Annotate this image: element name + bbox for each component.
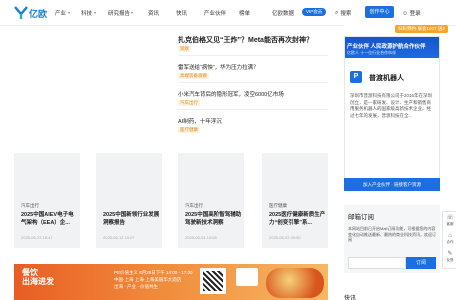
banner-text: PE价值主义 8月28日下午 14:00 - 17:00 中国·上海 上海·上海… — [114, 269, 193, 290]
subscribe-button[interactable]: 订阅 — [406, 257, 436, 269]
report-cover-image — [178, 153, 244, 197]
divider — [178, 55, 328, 56]
email-field[interactable] — [348, 257, 406, 269]
report-date: 2025-06-03 09:50 — [269, 235, 301, 240]
report-card[interactable]: 2025中国新领行业发展洞察报告 2025-06-12 15:07 — [96, 153, 162, 248]
banner-text-line: 出海 · 产业 · 价值共生 — [114, 284, 158, 289]
join-partner-button[interactable]: 加入产业伙伴 · 链接客户资源 — [344, 178, 440, 191]
nav-item-flash[interactable]: 快讯 — [176, 9, 187, 17]
email-subscribe-panel: 邮箱订阅 本网站目前已开启Mail订阅功能，可根据您的内容变化自动推送最新、最热… — [344, 205, 440, 273]
report-card[interactable]: 医疗健康 2025医疗健康新质生产力“创变引擎”系... 2025-06-03 … — [262, 153, 328, 248]
subscribe-description: 本网站目前已开启Mail订阅功能，可根据您的内容变化自动推送最新、最热的商业科技… — [348, 226, 436, 242]
banner-label-image — [236, 268, 258, 286]
banner-text-line: PE价值主义 8月28日下午 14:00 - 17:00 — [114, 270, 193, 275]
report-date: 2025-06-12 15:07 — [103, 235, 135, 240]
report-cover-image — [262, 153, 328, 197]
report-cover-image — [14, 153, 80, 197]
list-item-tag[interactable]: 医疗健康 — [178, 127, 200, 133]
search-icon: ⌕ — [335, 9, 339, 16]
float-label: 合作 — [446, 240, 454, 244]
list-item[interactable]: 雷军送给“病怏”，华为压力拉满？ — [178, 63, 259, 71]
edit-icon: ✎ — [447, 251, 453, 257]
banner-food-image — [266, 268, 324, 298]
report-title: 2025中国高阶智驾辅助驾驶新技术洞察 — [185, 212, 242, 226]
headline-tag[interactable]: 观察 — [178, 46, 191, 52]
list-item-tag[interactable]: 汽车出行 — [178, 100, 200, 106]
chevron-down-icon: ▾ — [131, 10, 134, 15]
event-banner[interactable]: 餐饮 出海进发 PE价值主义 8月28日下午 14:00 - 17:00 中国·… — [14, 264, 328, 300]
report-card[interactable]: 汽车出行 2025中国高阶智驾辅助驾驶新技术洞察 2025-06-04 14:0… — [178, 153, 244, 248]
vip-badge[interactable]: VIP会员 — [302, 8, 327, 16]
floating-toolbar: ☏ 客服 ⌂ 合作 ✎ 反馈 — [442, 211, 456, 269]
feedback-button[interactable]: ✎ 反馈 — [443, 251, 456, 263]
nav-item-tech[interactable]: 科技 — [81, 9, 92, 17]
page: 亿欧 产业 ▾ 科技 ▾ 研究报告 ▾ 资讯 快讯 产业伙伴 榜单 亿欧数据 V… — [0, 0, 456, 300]
chevron-down-icon: ▾ — [68, 10, 71, 15]
top-nav-bar: 亿欧 产业 ▾ 科技 ▾ 研究报告 ▾ 资讯 快讯 产业伙伴 榜单 亿欧数据 V… — [0, 0, 456, 26]
nav-item-research[interactable]: 研究报告 — [108, 9, 130, 17]
report-title: 2025中国新领行业发展洞察报告 — [103, 212, 160, 226]
float-label: 反馈 — [446, 258, 454, 262]
flash-news-heading: 快讯 — [344, 296, 357, 300]
report-title: 2025中国AIEV电子电气架构（EEA）企... — [21, 212, 74, 226]
list-item[interactable]: AI制药，十年浮沉 — [178, 117, 222, 125]
logo-text: 亿欧 — [29, 8, 48, 19]
banner-title: 餐饮 出海进发 — [22, 268, 54, 286]
banner-text-line: 中国·上海 上海·上海美丽华大酒店 — [114, 277, 182, 282]
company-description: 深圳市普渡科技有限公司于2016年在深圳创立，是一家研发、设计、生产和销售商用服… — [350, 93, 433, 118]
phone-icon: ☏ — [446, 215, 454, 221]
partner-ad-card[interactable]: 产业伙伴 人民政源护航合作伙伴 亿欧人 十一位行业合作伙伴 P 普渡机器人 深圳… — [344, 36, 440, 189]
ad-subline: 亿欧人 十一位行业合作伙伴 — [347, 50, 397, 55]
qr-code-image — [200, 268, 226, 294]
banner-title-line: 餐饮 — [22, 268, 38, 277]
report-card[interactable]: 汽车出行 2025中国AIEV电子电气架构（EEA）企... 2025-06-2… — [14, 153, 80, 248]
search-label: 搜索 — [340, 11, 352, 17]
ad-badge[interactable]: 扫码预约·展会100T 送2 — [395, 25, 448, 33]
report-category: 医疗健康 — [269, 203, 287, 208]
report-date: 2025-06-04 14:08 — [185, 235, 217, 240]
divider — [178, 82, 328, 83]
customer-service-button[interactable]: ☏ 客服 — [443, 215, 456, 227]
login-label: 登录 — [409, 11, 421, 17]
nav-item-news[interactable]: 资讯 — [148, 9, 159, 17]
float-label: 客服 — [446, 222, 454, 226]
nav-item-data[interactable]: 亿欧数据 — [272, 9, 294, 17]
cooperation-button[interactable]: ⌂ 合作 — [443, 233, 456, 245]
report-date: 2025-06-23 18:47 — [21, 235, 53, 240]
company-name: 普渡机器人 — [369, 75, 404, 82]
divider — [178, 109, 328, 110]
headline-article[interactable]: 扎克伯格又见“王炸”？Meta能否再次封神？ — [178, 35, 313, 45]
chevron-down-icon: ▾ — [94, 10, 97, 15]
user-icon: ☺ — [402, 11, 409, 17]
company-logo-icon: P — [350, 71, 362, 83]
nav-item-ranking[interactable]: 榜单 — [239, 9, 250, 17]
logo[interactable]: 亿欧 — [14, 6, 47, 20]
report-cover-image — [96, 153, 162, 197]
list-item[interactable]: 小米汽车背后的隐形冠军，凌空6000亿市场 — [178, 90, 284, 98]
subscribe-title: 邮箱订阅 — [348, 214, 374, 221]
home-icon: ⌂ — [448, 233, 452, 239]
nav-item-industry[interactable]: 产业 — [55, 9, 66, 17]
list-item-tag[interactable]: 高端装备观察 — [178, 73, 209, 79]
nav-item-partner[interactable]: 产业伙伴 — [204, 9, 226, 17]
login-link[interactable]: ☺ 登录 — [402, 9, 421, 17]
report-category: 汽车出行 — [185, 203, 203, 208]
logo-icon — [14, 6, 28, 19]
banner-title-line: 出海进发 — [22, 277, 54, 286]
report-title: 2025医疗健康新质生产力“创变引擎”系... — [269, 212, 326, 226]
report-category: 汽车出行 — [21, 203, 39, 208]
create-center-button[interactable]: 创作中心 — [365, 6, 394, 18]
ad-headline: 产业伙伴 人民政源护航合作伙伴 — [347, 44, 426, 50]
search-button[interactable]: ⌕ 搜索 — [335, 9, 352, 18]
